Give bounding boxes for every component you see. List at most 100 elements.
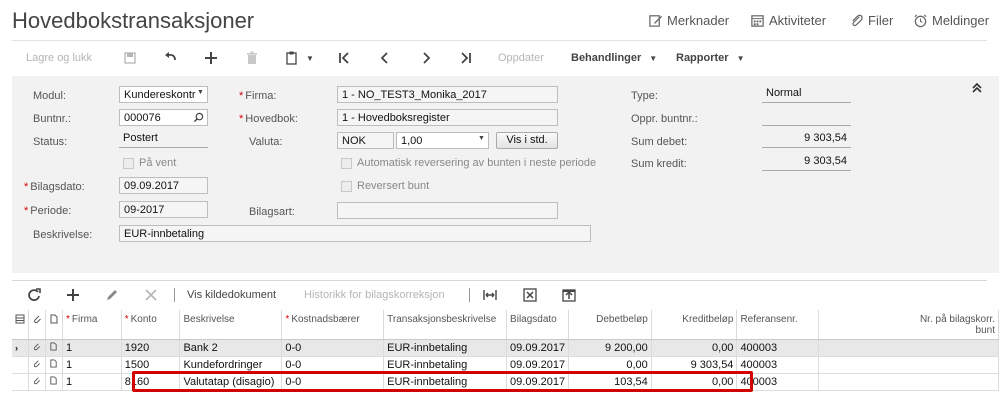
- historikk-button[interactable]: Historikk for bilagskorreksjon: [304, 286, 445, 304]
- col-debetbelop[interactable]: Debetbeløp: [568, 310, 652, 340]
- bilagsart-field[interactable]: [337, 202, 558, 219]
- auto-reversering-checkbox[interactable]: Automatisk reversering av bunten i neste…: [341, 157, 596, 169]
- divider: [469, 288, 470, 302]
- save-button[interactable]: [122, 48, 138, 68]
- last-record-button[interactable]: [458, 48, 474, 68]
- update-button[interactable]: Oppdater: [498, 48, 544, 68]
- cell-dato[interactable]: 09.09.2017: [506, 339, 570, 357]
- sum-kredit-label: Sum kredit:: [631, 158, 687, 170]
- row-selector-header[interactable]: [12, 310, 29, 340]
- behandlinger-menu[interactable]: Behandlinger ▼: [571, 48, 657, 68]
- vis-kildedokument-button[interactable]: Vis kildedokument: [187, 286, 276, 304]
- note-header[interactable]: [45, 310, 63, 340]
- cell-nr[interactable]: [818, 373, 999, 391]
- vis-i-std-button[interactable]: Vis i std.: [496, 132, 558, 149]
- collapse-icon[interactable]: [971, 82, 983, 94]
- save-close-button[interactable]: Lagre og lukk: [26, 48, 92, 68]
- cell-trans[interactable]: EUR-innbetaling: [383, 339, 508, 357]
- note-cell[interactable]: [45, 356, 63, 374]
- search-icon[interactable]: [193, 112, 204, 123]
- notes-button[interactable]: Merknader: [648, 13, 729, 28]
- paperclip-icon: [33, 342, 40, 350]
- messages-button[interactable]: Meldinger: [913, 13, 989, 28]
- modul-select[interactable]: Kundereskontr: [119, 86, 208, 103]
- last-icon: [461, 52, 471, 64]
- refresh-button[interactable]: [26, 286, 42, 304]
- rapporter-menu[interactable]: Rapporter ▼: [676, 48, 744, 68]
- cell-nr[interactable]: [818, 356, 999, 374]
- attachment-header[interactable]: [28, 310, 46, 340]
- kurs-select[interactable]: 1,00: [396, 132, 489, 149]
- periode-label: * Periode:: [24, 205, 72, 217]
- close-icon: [145, 289, 157, 301]
- cell-ref[interactable]: 400003: [736, 339, 820, 357]
- col-konto[interactable]: * Konto: [121, 310, 181, 340]
- checkbox[interactable]: [123, 157, 134, 169]
- col-referansenr[interactable]: Referansenr.: [736, 310, 820, 340]
- valuta-field[interactable]: NOK: [337, 132, 394, 149]
- upload-icon: [562, 289, 576, 302]
- plus-icon: [205, 52, 217, 64]
- attachment-cell[interactable]: [28, 356, 46, 374]
- cell-kostnadsbaerer[interactable]: 0-0: [281, 339, 385, 357]
- divider: [12, 280, 987, 281]
- hovedbok-field[interactable]: 1 - Hovedboksregister: [337, 109, 558, 126]
- col-kostnadsbaerer[interactable]: * Kostnadsbærer: [281, 310, 385, 340]
- clipboard-icon: [286, 51, 297, 65]
- undo-button[interactable]: [163, 48, 179, 68]
- files-button[interactable]: Filer: [849, 13, 893, 28]
- add-button[interactable]: [203, 48, 219, 68]
- document-icon: [50, 375, 57, 385]
- periode-field[interactable]: 09-2017: [119, 201, 208, 218]
- attachment-cell[interactable]: [28, 339, 46, 357]
- firma-field[interactable]: 1 - NO_TEST3_Monika_2017: [337, 86, 558, 103]
- col-beskrivelse[interactable]: Beskrivelse: [179, 310, 283, 340]
- checkbox[interactable]: [341, 180, 352, 192]
- note-cell[interactable]: [45, 339, 63, 357]
- cell-konto[interactable]: 1920: [121, 339, 181, 357]
- delete-button[interactable]: [244, 48, 260, 68]
- copy-paste-button[interactable]: ▼: [284, 48, 314, 68]
- edit-row-button[interactable]: [104, 286, 120, 304]
- cell-firma[interactable]: 1: [62, 373, 122, 391]
- cell-kredit[interactable]: 0,00: [651, 339, 738, 357]
- col-nr-bilagskorr[interactable]: Nr. på bilagskorr. bunt: [818, 310, 999, 340]
- row-indicator: [12, 373, 29, 391]
- bilagsdato-field[interactable]: 09.09.2017: [119, 177, 208, 194]
- fit-columns-button[interactable]: [482, 286, 498, 304]
- col-firma[interactable]: * Firma: [62, 310, 122, 340]
- pa-vent-checkbox[interactable]: På vent: [123, 157, 176, 169]
- col-kreditbelop[interactable]: Kreditbeløp: [651, 310, 738, 340]
- table-row[interactable]: › 1 1920 Bank 2 0-0 EUR-innbetaling 09.0…: [12, 339, 999, 357]
- beskrivelse-field[interactable]: EUR-innbetaling: [119, 225, 591, 242]
- note-cell[interactable]: [45, 373, 63, 391]
- refresh-icon: [28, 288, 41, 301]
- cell-debet[interactable]: 9 200,00: [568, 339, 652, 357]
- add-row-button[interactable]: [65, 286, 81, 304]
- fit-width-icon: [483, 290, 497, 300]
- delete-row-button[interactable]: [143, 286, 159, 304]
- cell-nr[interactable]: [818, 339, 999, 357]
- plus-icon: [67, 289, 79, 301]
- alarm-clock-icon: [914, 14, 927, 28]
- col-transaksjonsbeskrivelse[interactable]: Transaksjonsbeskrivelse: [383, 310, 508, 340]
- cell-firma[interactable]: 1: [62, 356, 122, 374]
- col-bilagsdato[interactable]: Bilagsdato: [506, 310, 570, 340]
- chevron-down-icon: ▼: [197, 89, 204, 96]
- buntnr-label: Buntnr.:: [33, 113, 71, 125]
- reversert-bunt-checkbox[interactable]: Reversert bunt: [341, 180, 429, 192]
- cell-beskrivelse[interactable]: Bank 2: [179, 339, 283, 357]
- checkbox[interactable]: [341, 157, 352, 169]
- activities-button[interactable]: Aktiviteter: [750, 13, 826, 28]
- oppr-buntnr-label: Oppr. buntnr.:: [631, 113, 698, 125]
- export-excel-button[interactable]: [522, 286, 538, 304]
- first-record-button[interactable]: [336, 48, 352, 68]
- row-indicator: [12, 356, 29, 374]
- attachment-cell[interactable]: [28, 373, 46, 391]
- cell-firma[interactable]: 1: [62, 339, 122, 357]
- previous-record-button[interactable]: [377, 48, 393, 68]
- pencil-icon: [107, 290, 117, 300]
- chevron-down-icon: ▼: [736, 53, 745, 63]
- next-record-button[interactable]: [418, 48, 434, 68]
- upload-button[interactable]: [561, 286, 577, 304]
